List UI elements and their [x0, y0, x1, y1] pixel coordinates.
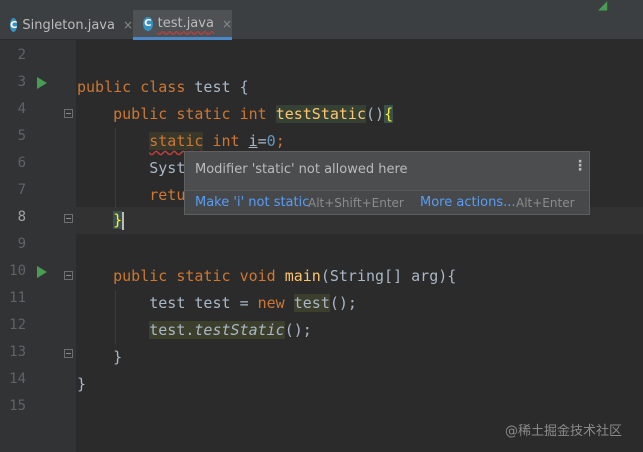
run-icon[interactable] [37, 77, 47, 89]
line-number: 2 [17, 47, 26, 63]
run-icon[interactable] [37, 266, 47, 278]
shortcut-hint: Alt+Shift+Enter [308, 196, 404, 210]
code-line[interactable]: public class test { [77, 74, 249, 101]
code-line[interactable]: retu [77, 182, 185, 209]
tab-label: Singleton.java [22, 17, 115, 33]
line-number: 9 [17, 236, 26, 252]
code-line[interactable]: test.testStatic(); [77, 317, 312, 344]
fold-icon[interactable] [64, 349, 73, 358]
editor-tab-bar: C Singleton.java × C test.java × ◢ [0, 0, 643, 40]
line-number: 15 [9, 398, 26, 414]
code-line[interactable]: public static int testStatic(){ [77, 101, 394, 128]
line-number: 14 [9, 371, 26, 387]
more-actions-link[interactable]: More actions... [420, 195, 516, 210]
code-line[interactable]: public static void main(String[] arg){ [77, 263, 456, 290]
line-number: 4 [17, 101, 26, 117]
popup-message: Modifier 'static' not allowed here [195, 162, 408, 177]
make-not-static-action[interactable]: Make 'i' not static [195, 195, 309, 210]
more-options-icon[interactable]: ⋮ [573, 158, 587, 178]
code-line[interactable]: } [77, 371, 86, 398]
class-c-icon: C [143, 16, 153, 31]
code-line[interactable]: Syst [77, 155, 185, 182]
tab-singleton-java[interactable]: C Singleton.java × [0, 10, 133, 40]
fold-icon[interactable] [64, 271, 73, 280]
code-line[interactable]: test test = new test(); [77, 290, 357, 317]
line-number: 13 [9, 344, 26, 360]
line-number: 6 [17, 155, 26, 171]
code-line[interactable]: } [77, 207, 125, 234]
error-token: static [149, 132, 204, 150]
line-number: 12 [9, 317, 26, 333]
line-number: 8 [17, 209, 26, 225]
line-number: 10 [9, 263, 26, 279]
line-number: 5 [17, 128, 26, 144]
close-icon[interactable]: × [222, 17, 232, 31]
line-number: 11 [9, 290, 26, 306]
text-caret [122, 211, 125, 230]
class-c-icon: C [10, 18, 18, 32]
popup-actions: Make 'i' not static Alt+Shift+Enter More… [185, 190, 589, 214]
tab-label: test.java [157, 16, 214, 31]
tab-test-java[interactable]: C test.java × [133, 10, 232, 40]
close-icon[interactable]: × [123, 18, 133, 32]
code-line[interactable]: } [77, 344, 122, 371]
watermark: @稀土掘金技术社区 [505, 424, 623, 439]
corner-arrow-icon: ◢ [598, 0, 608, 12]
fold-icon[interactable] [64, 214, 73, 223]
shortcut-hint: Alt+Enter [516, 196, 575, 210]
fold-icon[interactable] [64, 109, 73, 118]
line-number: 3 [17, 74, 26, 90]
inspection-popup: Modifier 'static' not allowed here ⋮ Mak… [184, 151, 590, 215]
line-number: 7 [17, 182, 26, 198]
